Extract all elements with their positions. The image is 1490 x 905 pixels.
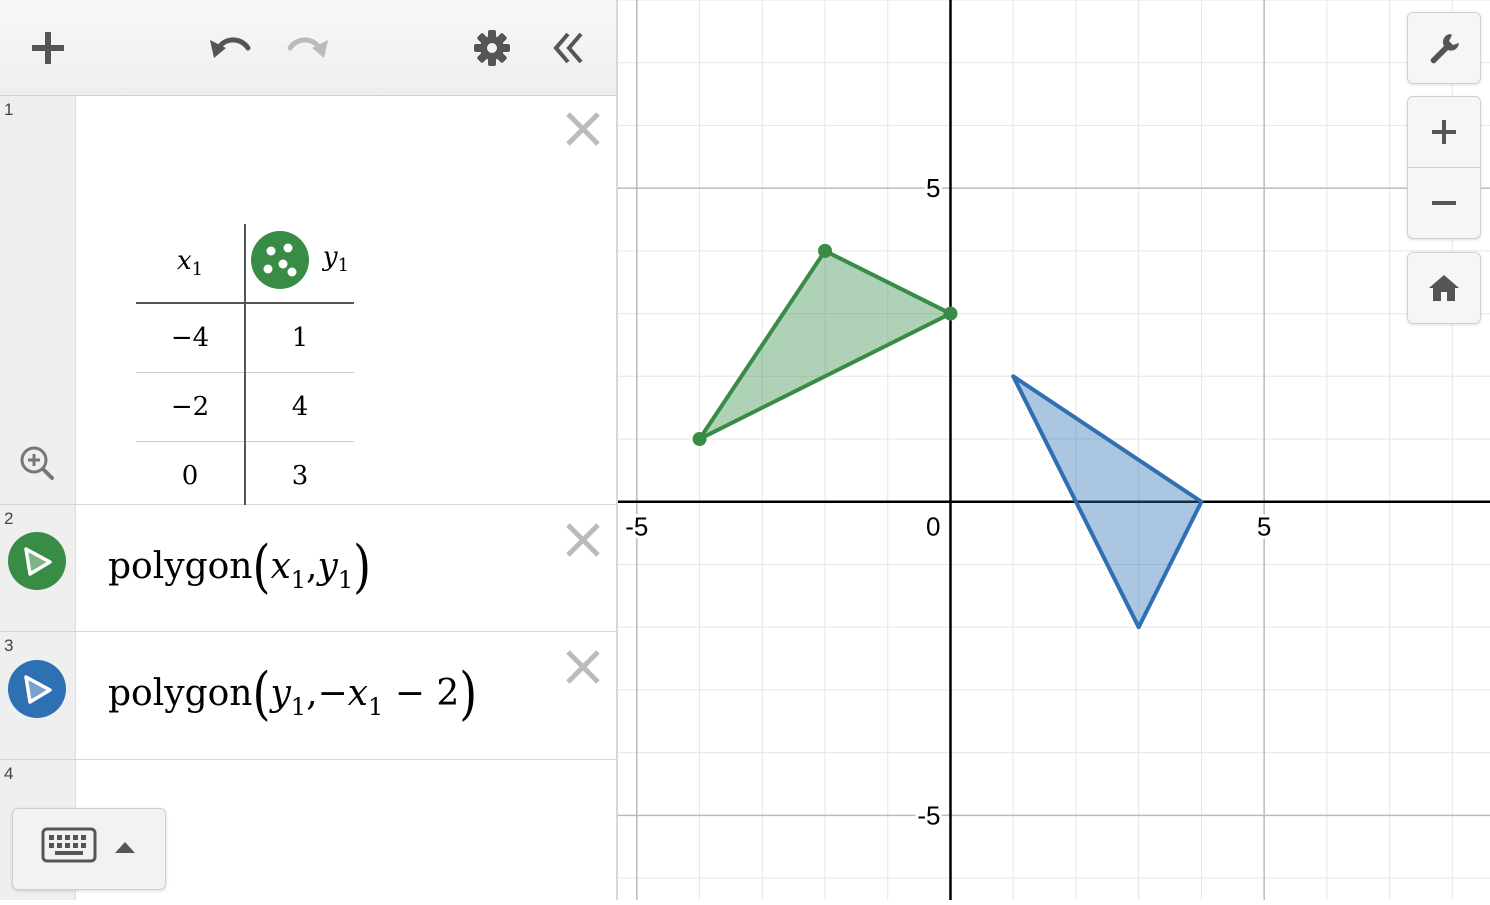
keyboard-toggle-button[interactable] [12, 808, 166, 890]
math-sep: ,− [306, 673, 348, 714]
gear-icon [474, 30, 510, 66]
polygon-style-icon[interactable] [8, 532, 66, 590]
undo-button[interactable] [206, 24, 254, 72]
home-cell[interactable] [1408, 253, 1480, 323]
home-icon [1429, 275, 1459, 301]
wrench-icon [1430, 34, 1459, 64]
table-cell-y[interactable]: 1 [245, 303, 354, 373]
expression-index: 1 [4, 100, 14, 119]
delete-expression-icon[interactable] [564, 521, 602, 559]
expression-list: 1 x1 y1 −4 1 −2 4 0 3 2 polygon(x1,y1) 3… [0, 0, 618, 900]
polygon-triangle-icon [24, 547, 52, 576]
math-arg1-sub: 1 [290, 566, 307, 594]
math-func: polygon [108, 673, 253, 714]
caret-up-icon [115, 842, 135, 853]
table-cell-x[interactable]: −2 [136, 372, 246, 442]
x-tick-label: 5 [1257, 512, 1271, 542]
graph-settings-button[interactable] [1407, 12, 1481, 84]
header-y-var: y [322, 242, 338, 273]
y-tick-label: -5 [917, 800, 940, 830]
zoom-fit-icon[interactable] [18, 444, 56, 482]
header-y-sub: 1 [337, 255, 350, 277]
y-tick-label: 5 [926, 173, 940, 203]
polygon-triangle-icon [24, 675, 52, 704]
green-triangle-point [692, 432, 707, 447]
graph-settings-cell[interactable] [1408, 13, 1480, 83]
zoom-in-button[interactable] [1408, 97, 1480, 168]
header-x-sub: 1 [191, 259, 204, 281]
math-arg1: x [270, 546, 291, 587]
add-expression-button[interactable] [24, 24, 72, 72]
expression-index: 4 [4, 764, 14, 783]
math-arg2: x [347, 673, 368, 714]
redo-icon [287, 37, 328, 58]
table-row: 0 3 [136, 441, 354, 511]
expression-item-polygon-2[interactable]: 3 polygon(y1,−x1 − 2) [0, 632, 616, 760]
table-header-x[interactable]: x1 [136, 224, 246, 304]
green-triangle-point [818, 243, 833, 258]
math-arg2-sub: 1 [337, 566, 354, 594]
table-header-y[interactable]: y1 [245, 224, 354, 304]
zoom-controls [1407, 96, 1481, 239]
table-cell-x[interactable]: −4 [136, 303, 246, 373]
home-button[interactable] [1407, 252, 1481, 324]
math-sep: , [306, 546, 318, 587]
expression-index: 3 [4, 636, 14, 655]
math-arg2-sub: 1 [367, 693, 384, 721]
zoom-out-button[interactable] [1408, 168, 1480, 238]
header-x-var: x [176, 245, 192, 276]
x-tick-label: -5 [625, 512, 648, 542]
delete-expression-icon[interactable] [564, 110, 602, 148]
math-func: polygon [108, 546, 253, 587]
expression-item-polygon-1[interactable]: 2 polygon(x1,y1) [0, 505, 616, 632]
graph-svg[interactable]: -5 0 5 5 -5 [618, 0, 1490, 900]
expression-item-table[interactable]: 1 x1 y1 −4 1 −2 4 0 3 [0, 96, 616, 510]
math-arg1: y [270, 673, 291, 714]
table-cell-y[interactable]: 4 [245, 372, 354, 442]
math-arg2: y [317, 546, 338, 587]
delete-expression-icon[interactable] [564, 648, 602, 686]
expression-math[interactable]: polygon(x1,y1) [108, 532, 371, 600]
point-style-icon[interactable] [250, 230, 309, 289]
table-cell-y[interactable]: 3 [245, 442, 354, 511]
collapse-chevron-icon [553, 32, 583, 64]
undo-icon [210, 37, 251, 58]
expression-table: x1 y1 −4 1 −2 4 0 3 [136, 224, 354, 510]
expression-index: 2 [4, 509, 14, 528]
green-triangle-point [943, 306, 958, 321]
redo-button[interactable] [284, 24, 332, 72]
keyboard-icon [41, 827, 97, 863]
expression-gutter: 1 [0, 96, 76, 504]
plus-icon [32, 32, 64, 64]
polygon-style-icon[interactable] [8, 660, 66, 718]
math-tail: − 2 [383, 673, 460, 714]
expression-toolbar [0, 0, 616, 96]
math-arg1-sub: 1 [290, 693, 307, 721]
table-row: −2 4 [136, 372, 354, 442]
settings-button[interactable] [468, 24, 516, 72]
table-cell-x[interactable]: 0 [136, 441, 246, 510]
polygons [692, 243, 1204, 630]
x-tick-label: 0 [926, 512, 940, 542]
collapse-list-button[interactable] [544, 24, 592, 72]
zoom-out-icon [1432, 201, 1456, 205]
graph-canvas[interactable]: -5 0 5 5 -5 [618, 0, 1490, 900]
table-row: −4 1 [136, 303, 354, 373]
expression-math[interactable]: polygon(y1,−x1 − 2) [108, 659, 477, 727]
zoom-in-icon [1432, 120, 1456, 144]
